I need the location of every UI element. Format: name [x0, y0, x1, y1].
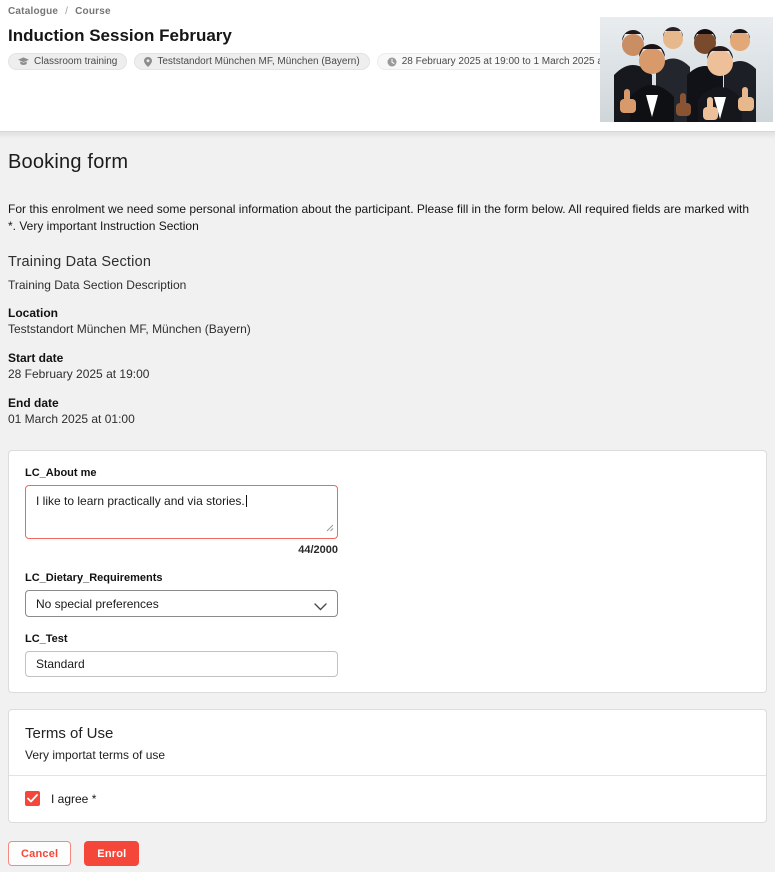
- badge-label: Teststandort München MF, München (Bayern…: [157, 56, 359, 67]
- training-data-section-title: Training Data Section: [8, 254, 767, 270]
- start-date-label: Start date: [8, 350, 767, 366]
- badge-label: 28 February 2025 at 19:00 to 1 March 202…: [402, 56, 634, 67]
- form-actions: Cancel Enrol: [8, 841, 767, 866]
- test-input[interactable]: [25, 651, 338, 677]
- badge-training-type: Classroom training: [8, 53, 127, 70]
- course-header: Catalogue / Course Induction Session Feb…: [0, 0, 775, 131]
- terms-description: Very importat terms of use: [25, 748, 750, 762]
- about-me-group: LC_About me I like to learn practically …: [25, 467, 750, 556]
- graduation-cap-icon: [18, 57, 29, 66]
- breadcrumb-catalogue[interactable]: Catalogue: [8, 6, 58, 17]
- course-photo: [600, 17, 773, 122]
- end-date-value: 01 March 2025 at 01:00: [8, 411, 767, 427]
- chevron-down-icon: [314, 600, 327, 614]
- dietary-label: LC_Dietary_Requirements: [25, 572, 750, 584]
- end-date-field: End date 01 March 2025 at 01:00: [8, 395, 767, 427]
- terms-body: I agree *: [9, 776, 766, 822]
- i-agree-checkbox[interactable]: [25, 791, 40, 806]
- dietary-selected-value: No special preferences: [36, 597, 159, 611]
- terms-head: Terms of Use Very importat terms of use: [9, 710, 766, 776]
- location-field: Location Teststandort München MF, Münche…: [8, 305, 767, 337]
- text-caret: [246, 495, 247, 507]
- dietary-group: LC_Dietary_Requirements No special prefe…: [25, 572, 750, 617]
- badge-location: Teststandort München MF, München (Bayern…: [134, 53, 369, 70]
- about-me-label: LC_About me: [25, 467, 750, 479]
- i-agree-label[interactable]: I agree *: [51, 792, 96, 806]
- booking-form-title: Booking form: [8, 132, 767, 174]
- char-counter: 44/2000: [25, 544, 338, 556]
- resize-handle-icon[interactable]: [326, 521, 334, 535]
- terms-card: Terms of Use Very importat terms of use …: [8, 709, 767, 823]
- training-data-section-description: Training Data Section Description: [8, 278, 767, 292]
- custom-fields-card: LC_About me I like to learn practically …: [8, 450, 767, 693]
- breadcrumb-separator: /: [65, 6, 68, 17]
- start-date-value: 28 February 2025 at 19:00: [8, 366, 767, 382]
- booking-form-instructions: For this enrolment we need some personal…: [8, 201, 760, 235]
- about-me-text: I like to learn practically and via stor…: [36, 494, 245, 508]
- test-group: LC_Test: [25, 633, 750, 677]
- start-date-field: Start date 28 February 2025 at 19:00: [8, 350, 767, 382]
- badge-label: Classroom training: [34, 56, 117, 67]
- terms-title: Terms of Use: [25, 725, 750, 742]
- checkmark-icon: [27, 794, 38, 803]
- booking-form-page: Booking form For this enrolment we need …: [0, 131, 775, 872]
- end-date-label: End date: [8, 395, 767, 411]
- location-label: Location: [8, 305, 767, 321]
- dietary-select[interactable]: No special preferences: [25, 590, 338, 617]
- about-me-textarea[interactable]: I like to learn practically and via stor…: [25, 485, 338, 539]
- breadcrumb-course[interactable]: Course: [75, 6, 111, 17]
- location-pin-icon: [144, 57, 152, 67]
- breadcrumb: Catalogue / Course: [8, 6, 767, 17]
- enrol-button[interactable]: Enrol: [84, 841, 139, 866]
- location-value: Teststandort München MF, München (Bayern…: [8, 321, 767, 337]
- clock-icon: [387, 57, 397, 67]
- test-label: LC_Test: [25, 633, 750, 645]
- cancel-button[interactable]: Cancel: [8, 841, 71, 866]
